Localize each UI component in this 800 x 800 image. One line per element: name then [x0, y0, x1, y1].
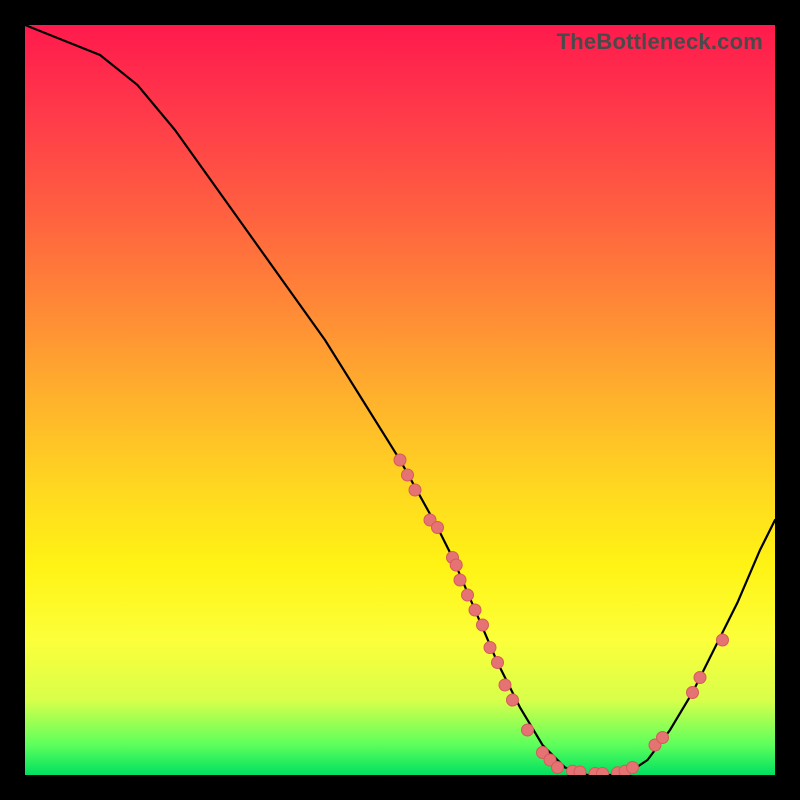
data-marker — [717, 634, 729, 646]
data-marker — [657, 732, 669, 744]
data-marker — [687, 687, 699, 699]
data-marker — [394, 454, 406, 466]
data-marker — [499, 679, 511, 691]
data-markers-group — [394, 454, 729, 775]
data-marker — [409, 484, 421, 496]
data-marker — [597, 768, 609, 776]
bottleneck-curve-svg — [25, 25, 775, 775]
data-marker — [462, 589, 474, 601]
data-marker — [694, 672, 706, 684]
data-marker — [492, 657, 504, 669]
data-marker — [574, 766, 586, 775]
data-marker — [469, 604, 481, 616]
data-marker — [402, 469, 414, 481]
data-marker — [454, 574, 466, 586]
data-marker — [484, 642, 496, 654]
plot-area: TheBottleneck.com — [25, 25, 775, 775]
data-marker — [522, 724, 534, 736]
data-marker — [627, 762, 639, 774]
data-marker — [507, 694, 519, 706]
data-marker — [552, 762, 564, 774]
data-marker — [432, 522, 444, 534]
data-marker — [450, 559, 462, 571]
data-marker — [477, 619, 489, 631]
bottleneck-curve-path — [25, 25, 775, 775]
chart-stage: TheBottleneck.com — [0, 0, 800, 800]
